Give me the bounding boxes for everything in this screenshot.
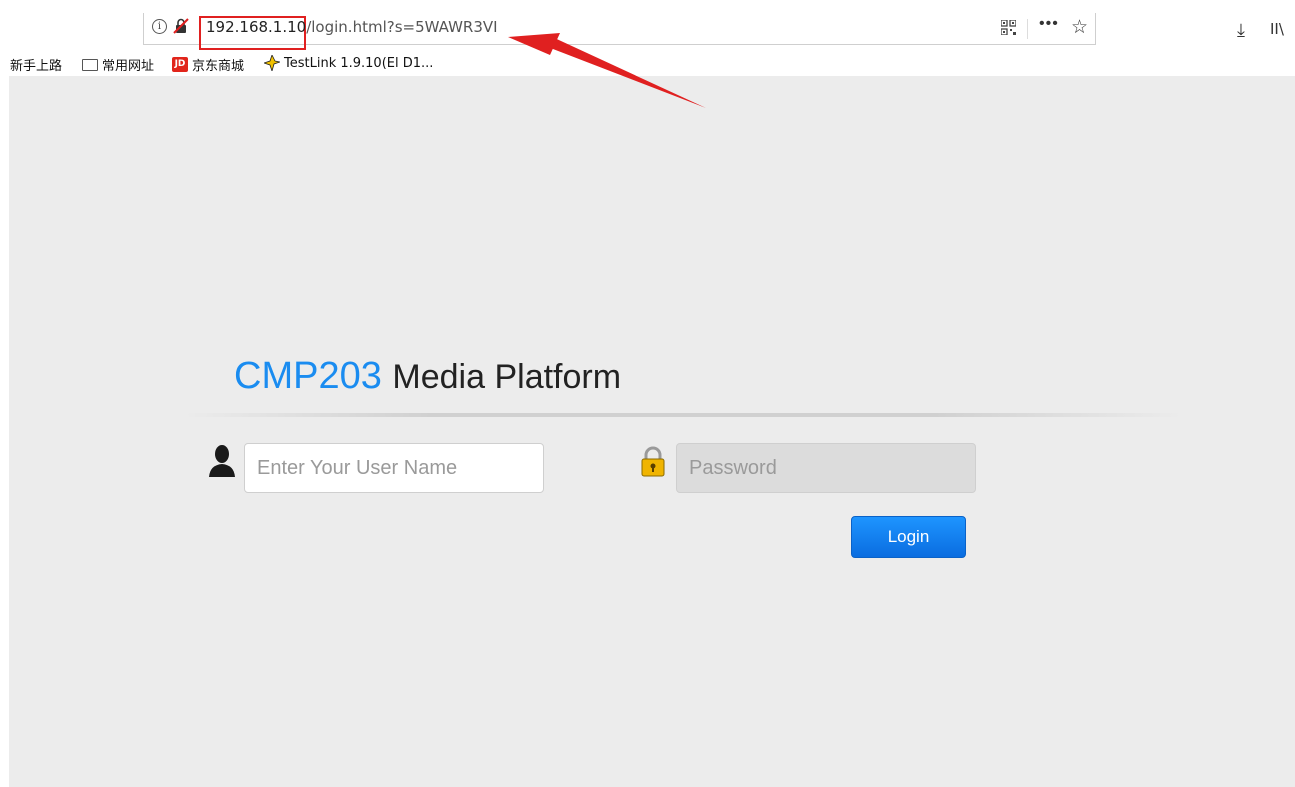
password-input[interactable]	[676, 443, 976, 493]
title-divider	[183, 413, 1183, 417]
user-icon	[209, 445, 235, 477]
qr-code-icon[interactable]	[1001, 20, 1016, 35]
username-input[interactable]	[244, 443, 544, 493]
download-icon[interactable]: ⤓	[1237, 20, 1245, 41]
bookmark-item[interactable]: 常用网址	[82, 55, 154, 74]
url-text[interactable]: 192.168.1.10/login.html?s=5WAWR3VI	[206, 18, 498, 36]
login-button[interactable]: Login	[851, 516, 966, 558]
info-icon[interactable]: i	[152, 19, 167, 34]
title-brand: CMP203	[234, 355, 382, 397]
title-rest: Media Platform	[392, 358, 622, 396]
bookmark-item[interactable]: 新手上路	[10, 55, 62, 74]
bookmark-label: 新手上路	[10, 59, 63, 74]
url-path: /login.html?s=5WAWR3VI	[306, 18, 498, 36]
page-content	[9, 76, 1295, 787]
page-title: CMP203 Media Platform	[234, 355, 621, 398]
bookmark-label: TestLink 1.9.10(El D1...	[284, 55, 434, 71]
url-bar[interactable]: i 192.168.1.10/login.html?s=5WAWR3VI •••…	[143, 13, 1096, 50]
star-icon[interactable]: ☆	[1071, 16, 1088, 39]
bookmark-item[interactable]: JD 京东商城	[172, 55, 244, 74]
bookmark-item[interactable]: TestLink 1.9.10(El D1...	[264, 55, 433, 71]
urlbar-separator	[1027, 19, 1028, 39]
bookmark-label: 京东商城	[192, 59, 245, 74]
url-host: 192.168.1.10	[206, 18, 307, 36]
bookmark-label: 常用网址	[102, 59, 155, 74]
testlink-icon	[264, 55, 280, 71]
lock-icon	[641, 446, 665, 477]
folder-icon	[82, 58, 98, 71]
bookmarks-toolbar: 新手上路 常用网址 JD 京东商城 TestLink 1.9.10(El D1.…	[0, 51, 1295, 75]
insecure-lock-icon[interactable]	[172, 17, 190, 35]
more-icon[interactable]: •••	[1039, 15, 1059, 33]
library-icon[interactable]: II\	[1270, 20, 1284, 38]
jd-icon: JD	[172, 57, 188, 72]
